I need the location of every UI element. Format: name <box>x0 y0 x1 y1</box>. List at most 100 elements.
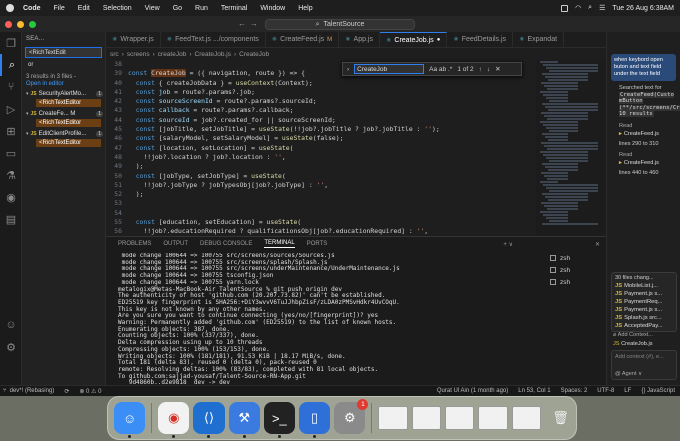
result-match[interactable]: <RichTextEditor <box>36 139 101 147</box>
menu-go[interactable]: Go <box>173 5 182 12</box>
menu-help[interactable]: Help <box>298 5 312 12</box>
search-icon[interactable]: ⌕ <box>0 54 22 76</box>
tab-feedtext[interactable]: ⚛ FeedText.js .../components <box>161 32 266 47</box>
breadcrumb-item[interactable]: screens <box>127 51 150 58</box>
menu-app-name[interactable]: Code <box>23 5 41 12</box>
menu-terminal[interactable]: Terminal <box>221 5 247 12</box>
system-settings-icon[interactable]: ⚙ 1 <box>334 399 369 434</box>
chrome-icon[interactable]: ◉ <box>158 402 190 438</box>
sync-icon[interactable]: ⟳ <box>64 388 69 395</box>
menu-run[interactable]: Run <box>195 5 208 12</box>
tab-wrapper[interactable]: ⚛ Wrapper.js <box>106 32 161 47</box>
minimize-window-icon[interactable] <box>17 20 24 28</box>
explorer-icon[interactable]: ❐ <box>0 32 22 54</box>
chat-composer[interactable]: Add context (#), e... @ Agent ∨ <box>611 350 677 380</box>
code-line[interactable]: 56 !!job?.educationRequired ? qualificat… <box>106 227 536 236</box>
end-of-line[interactable]: LF <box>624 388 631 394</box>
code-line[interactable]: 40 const { createJobData } = useContext(… <box>106 79 536 88</box>
minimized-window-thumbnail[interactable] <box>478 406 508 430</box>
menu-file[interactable]: File <box>54 5 65 12</box>
minimap[interactable] <box>536 60 606 236</box>
tab-debug-console[interactable]: DEBUG CONSOLE <box>200 241 252 247</box>
line-number[interactable]: 51 <box>106 181 128 190</box>
minimized-window-thumbnail[interactable] <box>411 406 441 430</box>
changed-file[interactable]: JS Splash.js src... <box>612 314 676 322</box>
breadcrumb-item[interactable]: createJob <box>158 51 187 58</box>
terminal-instance[interactable]: zsh <box>546 252 606 264</box>
line-number[interactable]: 52 <box>106 190 128 199</box>
menu-view[interactable]: View <box>145 5 160 12</box>
code-line[interactable]: 45 const [jobTitle, setJobTitle] = useSt… <box>106 125 536 134</box>
tab-terminal[interactable]: TERMINAL <box>264 240 295 248</box>
search-input[interactable]: <RichTextEdit <box>25 47 102 58</box>
menubar-clock[interactable]: Tue 26 Aug 6:38AM <box>612 5 674 12</box>
git-blame[interactable]: Qurat Ul Ain (1 month ago) <box>437 388 508 394</box>
code-line[interactable]: 44 const sourceId = job?.created_for || … <box>106 116 536 125</box>
breadcrumb-item[interactable]: CreateJob.js <box>195 51 232 58</box>
line-number[interactable]: 44 <box>106 116 128 125</box>
remote-explorer-icon[interactable]: ▭ <box>0 142 22 164</box>
minimized-window-thumbnail[interactable] <box>378 406 408 430</box>
terminal-instance[interactable]: zsh <box>546 264 606 276</box>
breadcrumb-item[interactable]: CreateJob <box>239 51 269 58</box>
line-number[interactable]: 56 <box>106 227 128 236</box>
github-icon[interactable]: ◉ <box>0 186 22 208</box>
tab-feeddetails[interactable]: ⚛ FeedDetails.js <box>447 32 514 47</box>
open-in-editor-link[interactable]: Open in editor <box>22 80 105 88</box>
tab-ports[interactable]: PORTS <box>307 241 328 247</box>
result-file[interactable]: ▾ JS CreateFe... M 1 <box>22 108 105 118</box>
simulator-icon[interactable]: ▯ <box>298 402 331 438</box>
line-number[interactable]: 48 <box>106 153 128 162</box>
wifi-icon[interactable]: ◠ <box>575 4 581 12</box>
code-line[interactable]: 43 const callback = route?.params?.callb… <box>106 106 536 115</box>
tab-createjob[interactable]: ⚛ CreateJob.js ● <box>380 32 448 47</box>
code-line[interactable]: 54 <box>106 209 536 218</box>
code-line[interactable]: 55 const [education, setEducation] = use… <box>106 218 536 227</box>
close-icon[interactable]: ✕ <box>495 65 500 73</box>
line-number[interactable]: 40 <box>106 79 128 88</box>
chevron-right-icon[interactable]: › <box>347 66 349 73</box>
changed-file[interactable]: JS Payment.js s... <box>612 306 676 314</box>
code-line[interactable]: 52 ); <box>106 190 536 199</box>
problems-count[interactable]: ⊗ 0 ⚠ 0 <box>79 388 101 395</box>
cursor-position[interactable]: Ln 53, Col 1 <box>518 388 550 394</box>
changed-file[interactable]: JS MobileList.j... <box>612 282 676 290</box>
run-debug-icon[interactable]: ▷ <box>0 98 22 120</box>
command-center-search[interactable]: ⌕ TalentSource <box>265 19 415 30</box>
code-line[interactable]: 53 <box>106 199 536 208</box>
result-file[interactable]: ▾ JS EditClientProfile... 1 <box>22 128 105 138</box>
tab-createfeed[interactable]: ⚛ CreateFeed.js M <box>266 32 340 47</box>
tab-expandat[interactable]: ⚛ Expandat <box>513 32 565 47</box>
unsaved-dot-icon[interactable]: ● <box>437 37 441 43</box>
search-step-query[interactable]: CreateFeed(Custo mButton (**/src/screens… <box>619 91 680 117</box>
result-match[interactable]: <RichTextEditor <box>36 99 101 107</box>
maximize-window-icon[interactable] <box>29 20 36 28</box>
indentation[interactable]: Spaces: 2 <box>561 388 588 394</box>
control-center-icon[interactable]: ☰ <box>599 4 605 12</box>
apple-logo-icon[interactable] <box>6 4 14 12</box>
code-line[interactable]: 42 const sourceScreenId = route?.params?… <box>106 97 536 106</box>
source-control-icon[interactable]: ⑂ <box>0 76 22 98</box>
tab-output[interactable]: OUTPUT <box>163 241 188 247</box>
result-match[interactable]: <RichTextEditor <box>36 119 101 127</box>
changed-file[interactable]: JS PaymentReq... <box>612 298 676 306</box>
read-file-chip[interactable]: ▸ CreateFeed.js <box>619 160 676 166</box>
line-number[interactable]: 50 <box>106 172 128 181</box>
xcode-icon[interactable]: ⚒ <box>228 402 260 438</box>
composer-toolbar[interactable]: @ Agent ∨ <box>612 368 676 380</box>
trash-icon[interactable]: 🗑 <box>545 402 576 434</box>
manage-gear-icon[interactable]: ⚙ <box>0 336 22 358</box>
finder-icon[interactable]: ☺ <box>114 402 146 438</box>
close-icon[interactable]: ✕ <box>595 241 600 248</box>
encoding[interactable]: UTF-8 <box>597 388 614 394</box>
forward-arrow-icon[interactable]: → <box>250 19 258 28</box>
close-window-icon[interactable] <box>5 20 12 28</box>
menu-selection[interactable]: Selection <box>103 5 132 12</box>
line-number[interactable]: 42 <box>106 97 128 106</box>
read-file-chip[interactable]: ▸ CreateFeed.js <box>619 131 676 137</box>
code-line[interactable]: 50 const [jobType, setJobType] = useStat… <box>106 172 536 181</box>
next-match-icon[interactable]: ↓ <box>487 66 490 73</box>
terminal-icon[interactable]: >_ <box>263 402 295 438</box>
previous-match-icon[interactable]: ↑ <box>479 66 482 73</box>
account-icon[interactable]: ☺ <box>0 314 22 336</box>
